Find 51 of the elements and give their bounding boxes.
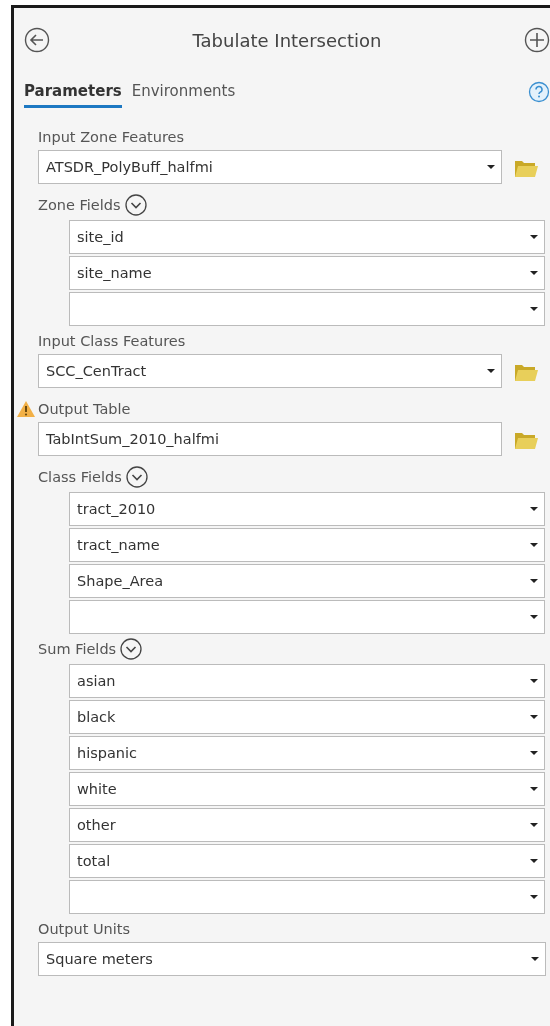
- parameter-label: Class Fields: [38, 469, 122, 485]
- add-icon[interactable]: [524, 27, 550, 53]
- parameter-label: Zone Fields: [38, 197, 121, 213]
- caret-icon: [530, 507, 538, 511]
- caret-icon: [531, 957, 539, 961]
- collapse-icon[interactable]: [125, 466, 148, 488]
- dropdown[interactable]: site_id: [69, 220, 545, 254]
- caret-icon: [530, 615, 538, 619]
- caret-icon: [530, 679, 538, 683]
- tab[interactable]: Environments: [131, 76, 236, 108]
- warning-icon: [16, 400, 36, 418]
- caret-icon: [530, 715, 538, 719]
- collapse-icon[interactable]: [120, 638, 143, 660]
- parameter-label: Output Units: [38, 921, 131, 937]
- caret-icon: [530, 751, 538, 755]
- dropdown[interactable]: SCC_CenTract: [38, 354, 502, 388]
- help-icon[interactable]: [528, 81, 550, 103]
- dropdown[interactable]: black: [69, 700, 545, 734]
- dropdown[interactable]: other: [69, 808, 545, 842]
- text-field[interactable]: TabIntSum_2010_halfmi: [38, 422, 502, 456]
- dropdown[interactable]: ATSDR_PolyBuff_halfmi: [38, 150, 502, 184]
- dropdown[interactable]: Square meters: [38, 942, 546, 976]
- back-icon[interactable]: [24, 27, 50, 53]
- caret-icon: [530, 307, 538, 311]
- dropdown[interactable]: [69, 880, 545, 914]
- dropdown[interactable]: tract_name: [69, 528, 545, 562]
- caret-icon: [530, 579, 538, 583]
- caret-icon: [530, 543, 538, 547]
- caret-icon: [487, 165, 495, 169]
- caret-icon: [530, 271, 538, 275]
- tab[interactable]: Parameters: [24, 76, 122, 108]
- parameter-label: Input Zone Features: [38, 129, 185, 145]
- parameter-label: Input Class Features: [38, 333, 186, 349]
- parameter-label: Sum Fields: [38, 641, 117, 657]
- dropdown[interactable]: white: [69, 772, 545, 806]
- caret-icon: [487, 369, 495, 373]
- caret-icon: [530, 787, 538, 791]
- caret-icon: [530, 859, 538, 863]
- dropdown[interactable]: asian: [69, 664, 545, 698]
- collapse-icon[interactable]: [124, 194, 147, 216]
- window-title: Tabulate Intersection: [191, 29, 383, 51]
- caret-icon: [530, 823, 538, 827]
- dropdown[interactable]: tract_2010: [69, 492, 545, 526]
- caret-icon: [530, 895, 538, 899]
- dropdown[interactable]: site_name: [69, 256, 545, 290]
- caret-icon: [530, 235, 538, 239]
- parameter-label: Output Table: [38, 401, 131, 417]
- dropdown[interactable]: [69, 292, 545, 326]
- dropdown[interactable]: Shape_Area: [69, 564, 545, 598]
- dropdown[interactable]: hispanic: [69, 736, 545, 770]
- dropdown[interactable]: total: [69, 844, 545, 878]
